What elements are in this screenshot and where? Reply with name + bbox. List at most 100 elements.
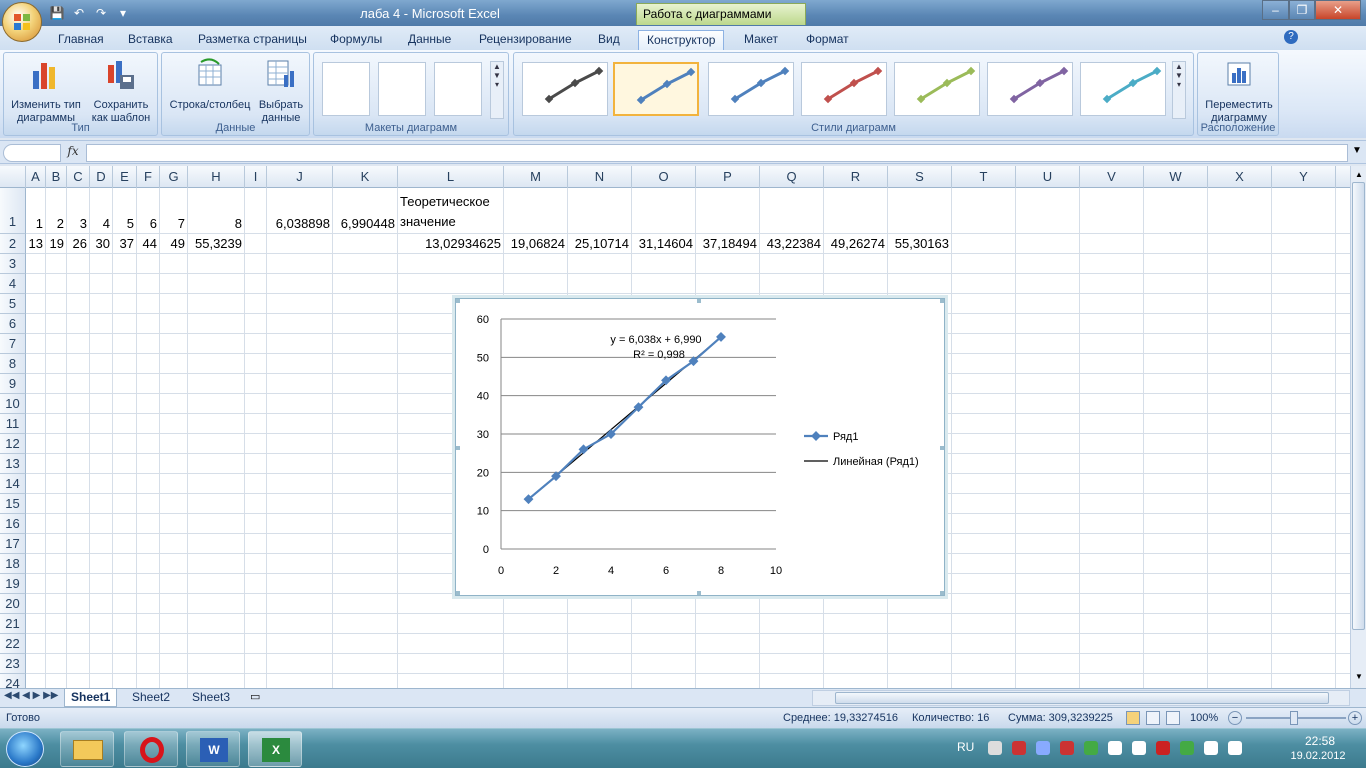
column-header-P[interactable]: P	[696, 166, 760, 188]
layouts-gallery-scroll[interactable]: ▲ ▼ ▾	[490, 61, 504, 119]
column-header-L[interactable]: L	[398, 166, 504, 188]
chart-layout-2[interactable]	[378, 62, 426, 116]
zoom-out-icon[interactable]: −	[1228, 711, 1242, 725]
chart-style-2[interactable]	[613, 62, 699, 116]
sheet-tab-2[interactable]: Sheet2	[126, 689, 176, 707]
tray-icon[interactable]	[1012, 741, 1026, 755]
tab-design[interactable]: Конструктор	[638, 30, 725, 50]
row-header-6[interactable]: 6	[0, 314, 26, 334]
help-icon[interactable]: ?	[1284, 30, 1298, 44]
taskbar-opera[interactable]	[124, 731, 178, 767]
column-header-A[interactable]: A	[26, 166, 46, 188]
column-header-I[interactable]: I	[245, 166, 267, 188]
row-header-19[interactable]: 19	[0, 574, 26, 594]
tray-icon[interactable]	[1204, 741, 1218, 755]
column-header-O[interactable]: O	[632, 166, 696, 188]
cell-P2[interactable]: 37,18494	[696, 234, 760, 254]
save-as-template-button[interactable]: Сохранить как шаблон	[86, 57, 156, 125]
language-indicator[interactable]: RU	[957, 740, 974, 754]
column-header-F[interactable]: F	[137, 166, 160, 188]
cell-D1[interactable]: 4	[90, 214, 113, 234]
scroll-up-icon[interactable]: ▲	[1353, 170, 1365, 180]
styles-gallery-scroll[interactable]: ▲ ▼ ▾	[1172, 61, 1186, 119]
row-header-11[interactable]: 11	[0, 414, 26, 434]
row-header-18[interactable]: 18	[0, 554, 26, 574]
chart-style-4[interactable]	[801, 62, 887, 116]
row-header-16[interactable]: 16	[0, 514, 26, 534]
redo-icon[interactable]: ↷	[92, 4, 110, 22]
cell-F2[interactable]: 44	[137, 234, 160, 254]
column-header-D[interactable]: D	[90, 166, 113, 188]
row-header-8[interactable]: 8	[0, 354, 26, 374]
undo-icon[interactable]: ↶	[70, 4, 88, 22]
cell-K1[interactable]: 6,990448	[333, 214, 398, 234]
move-chart-button[interactable]: Переместить диаграмму	[1200, 57, 1278, 125]
tab-data[interactable]: Данные	[400, 30, 459, 50]
tab-review[interactable]: Рецензирование	[471, 30, 580, 50]
column-header-M[interactable]: M	[504, 166, 568, 188]
cell-A1[interactable]: 1	[26, 214, 46, 234]
normal-view-icon[interactable]	[1126, 711, 1140, 725]
tray-icon[interactable]	[1060, 741, 1074, 755]
formula-input[interactable]	[86, 144, 1348, 162]
tray-icon[interactable]	[1036, 741, 1050, 755]
cell-L1[interactable]: Теоретическое	[398, 192, 504, 212]
clock-time[interactable]: 22:58	[1290, 734, 1350, 748]
tab-insert[interactable]: Вставка	[120, 30, 181, 50]
clock-date[interactable]: 19.02.2012	[1280, 750, 1356, 762]
cell-C1[interactable]: 3	[67, 214, 90, 234]
tab-view[interactable]: Вид	[590, 30, 628, 50]
row-header-20[interactable]: 20	[0, 594, 26, 614]
row-header-21[interactable]: 21	[0, 614, 26, 634]
insert-sheet-icon[interactable]: ▭	[250, 690, 270, 706]
cell-H1[interactable]: 8	[188, 214, 245, 234]
column-header-H[interactable]: H	[188, 166, 245, 188]
restore-button[interactable]: ❐	[1289, 0, 1315, 20]
row-header-17[interactable]: 17	[0, 534, 26, 554]
customize-qat-icon[interactable]: ▾	[114, 4, 132, 22]
taskbar-word[interactable]: W	[186, 731, 240, 767]
column-header-V[interactable]: V	[1080, 166, 1144, 188]
minimize-button[interactable]: –	[1262, 0, 1289, 20]
cell-R2[interactable]: 49,26274	[824, 234, 888, 254]
column-header-T[interactable]: T	[952, 166, 1016, 188]
tray-icon[interactable]	[1132, 741, 1146, 755]
sheet-tab-3[interactable]: Sheet3	[186, 689, 236, 707]
office-button[interactable]	[2, 2, 42, 42]
page-layout-view-icon[interactable]	[1146, 711, 1160, 725]
column-header-K[interactable]: K	[333, 166, 398, 188]
cell-M2[interactable]: 19,06824	[504, 234, 568, 254]
column-header-X[interactable]: X	[1208, 166, 1272, 188]
taskbar-excel[interactable]: X	[248, 731, 302, 767]
zoom-slider-thumb[interactable]	[1290, 711, 1298, 725]
tray-icon[interactable]	[1228, 741, 1242, 755]
row-header-1[interactable]: 1	[0, 188, 26, 234]
cell-C2[interactable]: 26	[67, 234, 90, 254]
save-icon[interactable]: 💾	[48, 4, 66, 22]
cell-E2[interactable]: 37	[113, 234, 137, 254]
cell-G1[interactable]: 7	[160, 214, 188, 234]
cell-H2[interactable]: 55,3239	[188, 234, 245, 254]
column-header-N[interactable]: N	[568, 166, 632, 188]
tab-format[interactable]: Формат	[798, 30, 857, 50]
zoom-in-icon[interactable]: +	[1348, 711, 1362, 725]
cell-D2[interactable]: 30	[90, 234, 113, 254]
row-header-12[interactable]: 12	[0, 434, 26, 454]
zoom-level[interactable]: 100%	[1190, 712, 1218, 724]
column-header-S[interactable]: S	[888, 166, 952, 188]
row-header-4[interactable]: 4	[0, 274, 26, 294]
chart-style-5[interactable]	[894, 62, 980, 116]
switch-row-column-button[interactable]: Строка/столбец	[166, 57, 254, 112]
insert-function-icon[interactable]: fx	[62, 144, 84, 162]
taskbar-explorer[interactable]	[60, 731, 114, 767]
cell-O2[interactable]: 31,14604	[632, 234, 696, 254]
row-header-5[interactable]: 5	[0, 294, 26, 314]
horizontal-scroll-thumb[interactable]	[835, 692, 1329, 704]
cell-L2[interactable]: 13,02934625	[398, 234, 504, 254]
cell-B1[interactable]: 2	[46, 214, 67, 234]
column-header-Q[interactable]: Q	[760, 166, 824, 188]
cell-L1[interactable]: значение	[398, 212, 504, 232]
chart-style-7[interactable]	[1080, 62, 1166, 116]
expand-formula-bar-icon[interactable]: ▼	[1350, 145, 1364, 161]
cell-J1[interactable]: 6,038898	[267, 214, 333, 234]
